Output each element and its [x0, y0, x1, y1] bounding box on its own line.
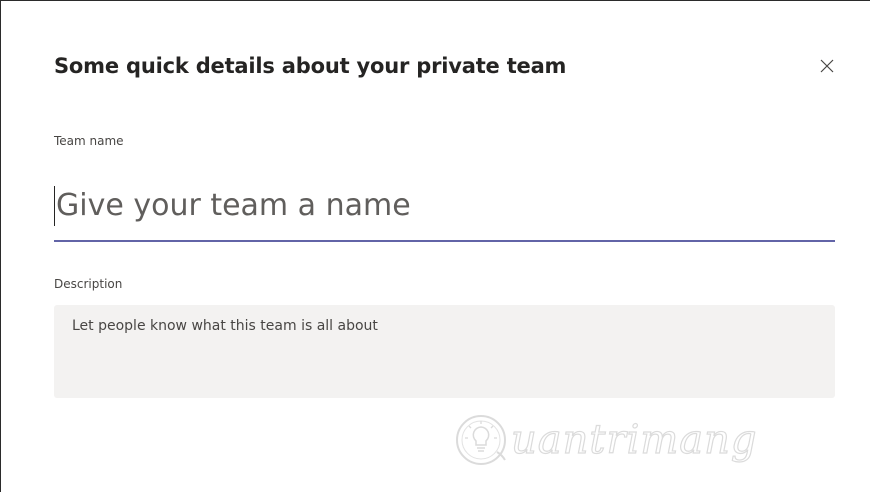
- watermark: uantrimang: [453, 410, 758, 470]
- lightbulb-logo-icon: [456, 415, 506, 465]
- description-label: Description: [54, 277, 123, 291]
- create-team-dialog: Some quick details about your private te…: [11, 2, 869, 493]
- team-name-field[interactable]: [54, 174, 835, 242]
- dialog-title: Some quick details about your private te…: [54, 54, 567, 78]
- description-input[interactable]: [54, 305, 835, 398]
- close-icon: [820, 59, 834, 73]
- watermark-text: uantrimang: [510, 416, 758, 463]
- window-frame: Some quick details about your private te…: [0, 0, 870, 493]
- text-caret: [54, 186, 55, 226]
- close-button[interactable]: [814, 53, 840, 79]
- team-name-label: Team name: [54, 134, 124, 148]
- team-name-input[interactable]: [54, 174, 835, 236]
